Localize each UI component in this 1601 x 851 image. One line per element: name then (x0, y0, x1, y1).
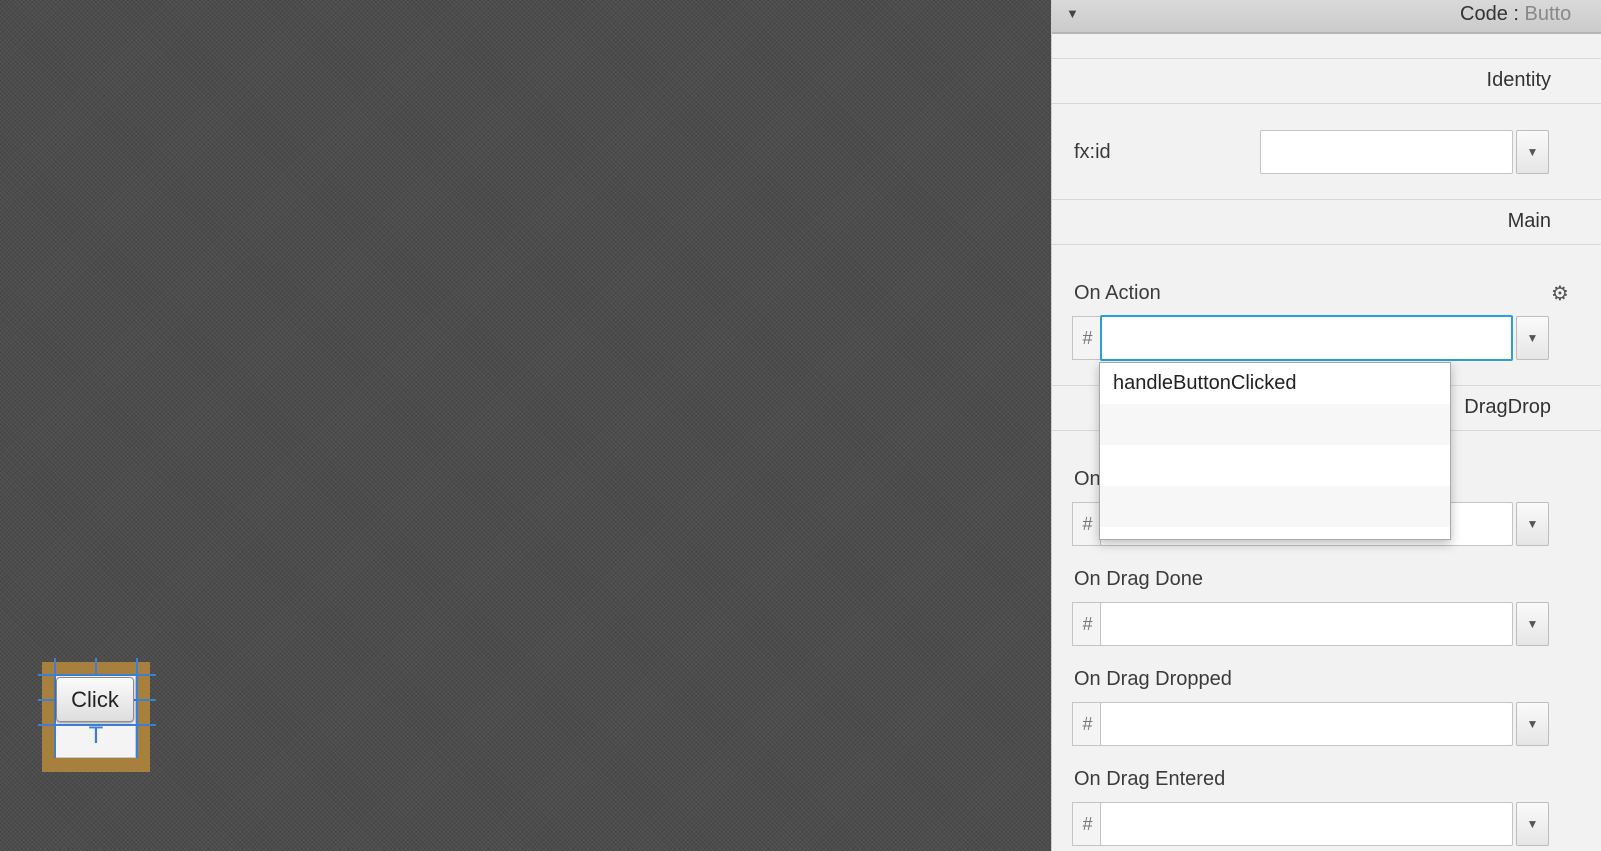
main-section-label: Main (1507, 210, 1551, 232)
on-action-field[interactable] (1100, 315, 1513, 361)
hash-prefix: # (1072, 316, 1102, 360)
chevron-down-icon: ▼ (1526, 617, 1539, 631)
on-drag-done-label: On Drag Done (1074, 568, 1203, 590)
on-drag-dropped-field[interactable] (1100, 702, 1513, 746)
code-panel-header[interactable]: ▼ Code : Butto (1052, 0, 1601, 34)
main-section-header[interactable]: Main (1052, 199, 1601, 245)
panel-title-main: Code (1460, 3, 1508, 25)
fx-id-field[interactable] (1260, 130, 1513, 174)
list-item[interactable] (1100, 445, 1450, 486)
hash-prefix: # (1072, 702, 1102, 746)
panel-title: Code : Butto (1460, 3, 1571, 26)
panel-title-subject: Butto (1524, 3, 1572, 25)
on-drag-entered-field[interactable] (1100, 802, 1513, 846)
on-drag-dropdown-button[interactable]: ▼ (1516, 502, 1549, 546)
on-drag-done-dropdown-button[interactable]: ▼ (1516, 602, 1549, 646)
chevron-down-icon: ▼ (1526, 517, 1539, 531)
design-canvas[interactable]: Click T (0, 0, 1051, 851)
on-action-dropdown-button[interactable]: ▼ (1516, 316, 1549, 360)
panel-title-separator: : (1513, 3, 1519, 25)
chevron-down-icon: ▼ (1526, 717, 1539, 731)
guide-line (38, 699, 56, 701)
collapse-arrow-icon[interactable]: ▼ (1066, 6, 1079, 21)
hash-prefix: # (1072, 502, 1102, 546)
chevron-down-icon: ▼ (1526, 331, 1539, 345)
on-action-label: On Action (1074, 282, 1161, 304)
fx-id-label: fx:id (1074, 141, 1111, 163)
click-button[interactable]: Click (56, 677, 134, 722)
on-drag-entered-label: On Drag Entered (1074, 768, 1226, 790)
on-drag-label-partial: On (1074, 468, 1101, 490)
on-drag-entered-dropdown-button[interactable]: ▼ (1516, 802, 1549, 846)
guide-line (38, 674, 156, 676)
hash-prefix: # (1072, 802, 1102, 846)
identity-section-header[interactable]: Identity (1052, 58, 1601, 104)
guide-line (136, 658, 138, 758)
handler-suggestion-popup: handleButtonClicked (1099, 362, 1451, 540)
list-item[interactable]: handleButtonClicked (1100, 363, 1450, 404)
on-drag-dropped-dropdown-button[interactable]: ▼ (1516, 702, 1549, 746)
chevron-down-icon: ▼ (1526, 817, 1539, 831)
on-drag-dropped-label: On Drag Dropped (1074, 668, 1232, 690)
identity-section-label: Identity (1486, 69, 1551, 91)
chevron-down-icon: ▼ (1526, 145, 1539, 159)
guide-line (134, 699, 156, 701)
on-drag-done-field[interactable] (1100, 602, 1513, 646)
hash-prefix: # (1072, 602, 1102, 646)
dragdrop-section-label: DragDrop (1464, 396, 1551, 418)
gear-icon[interactable]: ⚙ (1551, 281, 1569, 306)
fx-id-dropdown-button[interactable]: ▼ (1516, 130, 1549, 174)
list-item[interactable] (1100, 486, 1450, 527)
anchor-marker: T (88, 722, 104, 749)
list-item[interactable] (1100, 404, 1450, 445)
